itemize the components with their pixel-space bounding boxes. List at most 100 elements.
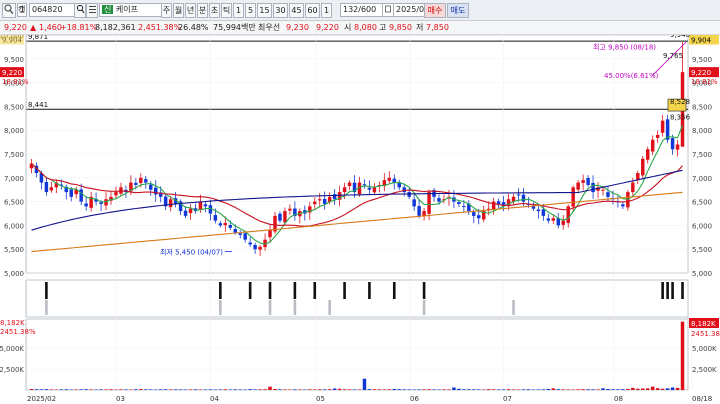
volume-bar: [203, 389, 208, 390]
period-button-10[interactable]: 45: [289, 3, 304, 18]
vol-tick-right: 5,000K: [692, 345, 717, 353]
volume-bar: [655, 388, 660, 390]
signal-bar-black: [343, 282, 346, 299]
volume-bar: [104, 389, 108, 390]
candle-body: [114, 192, 118, 196]
volume-bar: [536, 389, 541, 390]
candle-body: [675, 144, 680, 150]
signal-bar-gray: [293, 300, 297, 315]
priority-label: 최우선: [258, 23, 281, 32]
y-tick-label-right: 8,000: [692, 127, 712, 135]
volume-bar: [472, 389, 476, 390]
list-icon[interactable]: [86, 3, 98, 18]
candle-body: [322, 198, 327, 204]
candle-body: [84, 203, 88, 207]
volume-bar: [317, 389, 322, 390]
signal-bar-black: [392, 282, 396, 299]
volume-bar: [332, 388, 337, 390]
price-change: 1,460: [39, 23, 62, 32]
candle-body: [601, 189, 605, 191]
volume-bar: [641, 388, 645, 390]
volume-bar: [327, 389, 332, 390]
period-button-5[interactable]: 틱: [221, 3, 232, 18]
period-button-4[interactable]: 초: [209, 3, 220, 18]
period-button-11[interactable]: 60: [305, 3, 320, 18]
volume-bar: [124, 389, 128, 390]
candle-body: [283, 211, 287, 223]
signal-bar-black: [681, 282, 684, 299]
candle-body: [218, 223, 223, 226]
candle-body: [591, 182, 595, 193]
volume-bar: [308, 389, 312, 390]
x-tick-label: 08/18: [692, 395, 712, 403]
volume-bar: [218, 389, 223, 390]
left-last-pct: 18.81%: [2, 78, 29, 86]
stock-name-field[interactable]: 신 케이프: [99, 3, 165, 17]
search-icon[interactable]: [74, 3, 86, 18]
volume-bar: [39, 389, 44, 390]
volume-bar: [228, 389, 233, 390]
period-button-9[interactable]: 30: [273, 3, 288, 18]
candle-body: [367, 187, 372, 190]
period-button-0[interactable]: 주: [161, 3, 172, 18]
tag-8356: 8,356: [670, 113, 691, 121]
volume-bar: [526, 389, 531, 390]
volume-bar: [486, 389, 491, 390]
sell-button[interactable]: 매도: [447, 3, 469, 18]
volume-bar: [44, 389, 49, 390]
volume-bar: [268, 386, 272, 390]
count-input[interactable]: 132/600: [340, 3, 384, 17]
priority-sell: 9,230: [286, 23, 309, 32]
buy-button[interactable]: 매수: [424, 3, 446, 18]
candle-body: [402, 187, 406, 193]
signal-bar-black: [248, 282, 252, 299]
period-button-1[interactable]: 월: [173, 3, 184, 18]
stock-chart[interactable]: 10,00010,0009,5009,5009,0009,0008,5008,5…: [0, 35, 720, 404]
volume-bar: [119, 389, 123, 390]
tag-last-price: 9,220: [691, 69, 711, 77]
volume-bar: [467, 389, 471, 390]
volume-bar: [447, 389, 451, 390]
candle-body: [139, 177, 143, 184]
magnifier-icon[interactable]: [2, 3, 16, 18]
signal-bar-black: [661, 282, 664, 299]
candle-body: [660, 120, 665, 133]
volume-bar: [114, 389, 118, 390]
candle-body: [253, 244, 257, 250]
candle-body: [238, 233, 242, 235]
volume-bar: [601, 388, 605, 390]
volume-bar: [283, 389, 287, 390]
tag-8528: 8,528: [670, 98, 690, 106]
volume-bar: [139, 389, 143, 390]
candle-body: [44, 182, 49, 193]
volume-bar: [94, 389, 98, 390]
y-tick-label-left: 7,500: [4, 151, 24, 159]
stock-code-input[interactable]: 064820: [29, 3, 75, 17]
period-button-7[interactable]: 5: [245, 3, 256, 18]
candle-body: [561, 220, 565, 225]
period-button-12[interactable]: 1: [321, 3, 332, 18]
volume-bar: [29, 388, 34, 390]
period-button-6[interactable]: 1: [233, 3, 244, 18]
period-button-2[interactable]: 년: [185, 3, 196, 18]
high-price: 9,850: [389, 23, 412, 32]
candle-body: [571, 187, 575, 207]
volume-bar: [412, 389, 416, 390]
x-tick-label: 08: [614, 395, 623, 403]
volume-bar: [621, 389, 625, 390]
period-button-8[interactable]: 15: [257, 3, 272, 18]
volume-bar: [670, 387, 675, 390]
signal-bar-gray: [422, 300, 426, 315]
low-price: 7,850: [426, 23, 449, 32]
signal-bar-black: [313, 282, 317, 299]
volume-bar: [208, 389, 213, 390]
candle-body: [317, 199, 322, 201]
y-tick-label-right: 5,500: [692, 246, 712, 254]
volume-bar: [437, 389, 441, 390]
volume-bar: [477, 389, 481, 390]
volume-bar: [581, 389, 585, 390]
volume-bar: [144, 389, 148, 390]
signal-bar-gray: [268, 300, 272, 315]
period-button-3[interactable]: 분: [197, 3, 208, 18]
y-tick-label-right: 7,000: [692, 175, 712, 183]
